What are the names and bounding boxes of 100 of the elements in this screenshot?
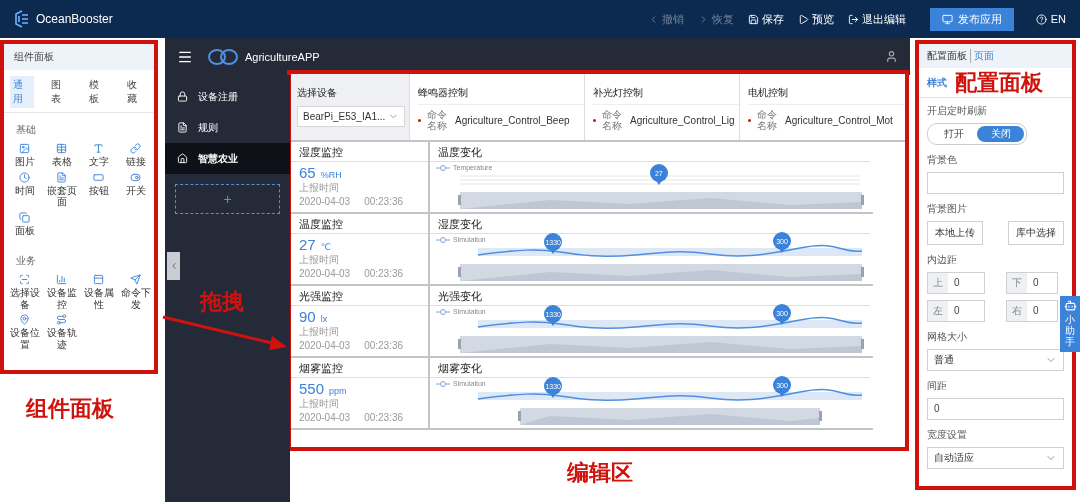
- report-date: 2020-04-03: [299, 340, 351, 351]
- clock-icon: [19, 171, 30, 183]
- app-title: AgricultureAPP: [245, 50, 320, 63]
- padding-field[interactable]: 下 0: [1006, 272, 1058, 294]
- widget-title: 补光灯控制: [593, 86, 644, 100]
- assistant-tab[interactable]: 小助手: [1060, 296, 1080, 352]
- field-label: 开启定时刷新: [927, 104, 988, 118]
- component-item[interactable]: 选择设备: [6, 274, 43, 310]
- reading-value: 27: [299, 236, 316, 253]
- component-item[interactable]: 设备位置: [6, 314, 43, 350]
- component-item[interactable]: 设备属性: [80, 274, 117, 310]
- range-slider[interactable]: [458, 336, 864, 353]
- widget-title: 湿度监控: [291, 142, 428, 162]
- padding-field[interactable]: 左 0: [927, 300, 985, 322]
- input-field[interactable]: 0: [927, 398, 1064, 420]
- panel-tab[interactable]: 通用: [10, 76, 34, 108]
- reading-unit: ℃: [320, 242, 331, 252]
- component-item[interactable]: 嵌套页面: [43, 171, 80, 208]
- widget-title: 电机控制: [748, 86, 789, 100]
- sidebar-item[interactable]: 规则: [165, 112, 290, 143]
- upload-button[interactable]: 库中选择: [1008, 221, 1064, 245]
- toolbar-action[interactable]: 保存: [747, 11, 784, 27]
- input-field[interactable]: [927, 172, 1064, 194]
- toggle-option[interactable]: 打开: [930, 126, 977, 142]
- publish-button[interactable]: 发布应用: [929, 7, 1014, 31]
- field-label: 命令名称: [427, 109, 448, 131]
- help-icon[interactable]: [1035, 13, 1047, 25]
- panel-tab[interactable]: 模板: [86, 76, 110, 108]
- report-time: 00:23:36: [364, 412, 404, 423]
- field-label: 背景图片: [927, 202, 968, 216]
- field-label: 命令名称: [602, 109, 623, 131]
- panel-title: 配置面板: [927, 49, 967, 63]
- toggle-icon: [130, 171, 141, 183]
- layout-icon: [93, 274, 104, 285]
- sidebar-item[interactable]: 设备注册: [165, 81, 290, 112]
- button-icon: [93, 171, 104, 183]
- app-logo-text: OceanBooster: [36, 12, 113, 26]
- reading-value: 550: [299, 380, 325, 397]
- component-item[interactable]: 表格: [43, 143, 80, 168]
- table-icon: [56, 143, 67, 154]
- reading-value: 90: [299, 308, 316, 325]
- toolbar-action[interactable]: 退出编辑: [847, 11, 906, 27]
- select-field[interactable]: 自动适应: [927, 447, 1064, 469]
- widget-title: 烟雾监控: [291, 358, 428, 378]
- component-item[interactable]: 设备监控: [43, 274, 80, 310]
- collapse-handle[interactable]: [167, 252, 180, 280]
- report-date: 2020-04-03: [299, 196, 351, 207]
- legend-icon: [436, 236, 450, 243]
- legend-icon: [436, 308, 450, 315]
- upload-button[interactable]: 本地上传: [927, 221, 983, 245]
- report-time-label: 上报时间: [298, 181, 340, 195]
- range-slider[interactable]: [458, 264, 864, 281]
- legend-icon: [436, 164, 450, 171]
- chart-title: 湿度变化: [430, 214, 870, 234]
- play-icon: [797, 13, 809, 25]
- sidebar-item[interactable]: 智慧农业: [165, 143, 290, 174]
- padding-field[interactable]: 上 0: [927, 272, 985, 294]
- toolbar-action[interactable]: 预览: [797, 11, 834, 27]
- field-label: 间距: [927, 379, 948, 393]
- component-item[interactable]: 时间: [6, 171, 43, 208]
- component-item[interactable]: 开关: [117, 171, 154, 208]
- field-label: 网格大小: [927, 330, 968, 344]
- component-item[interactable]: 文字: [80, 143, 117, 168]
- save-icon: [747, 13, 759, 25]
- section-title: 业务: [15, 254, 37, 268]
- annotation-label: 配置面板: [955, 68, 1043, 97]
- field-label: 背景色: [927, 153, 958, 167]
- component-item[interactable]: 链接: [117, 143, 154, 168]
- text-icon: [93, 143, 104, 154]
- field-value: Agriculture_Control_Beep: [455, 114, 570, 126]
- report-time-label: 上报时间: [298, 253, 340, 267]
- range-slider[interactable]: [518, 408, 822, 425]
- user-icon[interactable]: [885, 50, 898, 63]
- padding-field[interactable]: 右 0: [1006, 300, 1058, 322]
- component-item[interactable]: 面板: [6, 211, 43, 236]
- monitor-icon: [941, 13, 953, 25]
- panel-tab[interactable]: 样式: [927, 75, 947, 90]
- panel-tab[interactable]: 收藏: [124, 76, 148, 108]
- annotation-label: 编辑区: [567, 459, 633, 487]
- add-page-button[interactable]: +: [175, 184, 280, 214]
- widget-title: 选择设备: [297, 86, 338, 100]
- refresh-toggle[interactable]: 打开 关闭: [927, 123, 1027, 145]
- component-item[interactable]: 设备轨迹: [43, 314, 80, 350]
- panel-tab[interactable]: 图表: [48, 76, 72, 108]
- language-link[interactable]: EN: [1050, 13, 1066, 25]
- component-item[interactable]: 按钮: [80, 171, 117, 208]
- report-date: 2020-04-03: [299, 412, 351, 423]
- component-item[interactable]: 图片: [6, 143, 43, 168]
- component-item[interactable]: 命令下发: [117, 274, 154, 310]
- toggle-option[interactable]: 关闭: [977, 126, 1024, 142]
- select-field[interactable]: 普通: [927, 349, 1064, 371]
- field-label: 命令名称: [757, 109, 778, 131]
- device-select[interactable]: BearPi_E53_IA1...: [297, 106, 405, 127]
- report-time-label: 上报时间: [298, 325, 340, 339]
- page-link[interactable]: 页面: [970, 49, 994, 63]
- range-slider[interactable]: [458, 192, 864, 209]
- document-icon: [177, 122, 188, 133]
- widget-title: 温度监控: [291, 214, 428, 234]
- section-title: 基础: [15, 123, 37, 137]
- reading-value: 65: [299, 164, 316, 181]
